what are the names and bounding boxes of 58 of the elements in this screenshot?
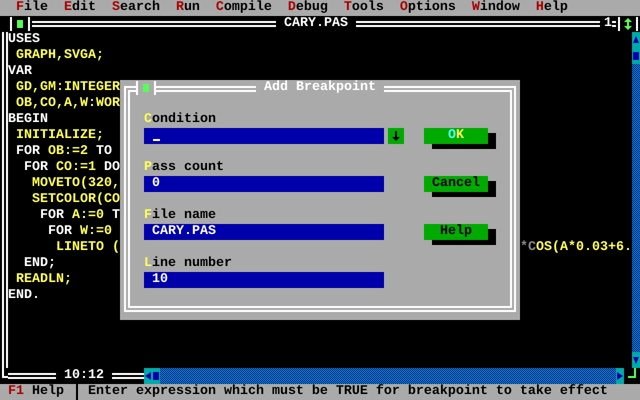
menu-item[interactable]: Debug [288,0,328,16]
code-line: INITIALIZE; [14,128,104,144]
code-line: *COS(A*0.03+6. [520,240,632,256]
menu-item[interactable]: File [16,0,48,16]
zoom-box-icon[interactable] [618,17,638,31]
code-line: USES [8,32,40,48]
close-box-icon[interactable] [10,17,30,31]
input-field[interactable]: CARY.PAS [144,224,384,240]
field-label: Line number [144,256,232,271]
menu-item[interactable]: Options [400,0,456,16]
window-title: CARY.PAS [283,16,349,32]
field-label: Condition [144,112,216,127]
input-field[interactable] [144,128,384,144]
status-message: Enter expression which must be TRUE for breakpoint to take effect [88,384,608,400]
cursor-position: 10:12 [64,368,105,384]
menu-item[interactable]: Tools [344,0,384,16]
menu-item[interactable]: Edit [64,0,96,16]
code-line: MOVETO(320, [30,176,120,192]
code-line: BEGIN [8,112,48,128]
field-label: Pass count [144,160,224,175]
help-key[interactable]: F1 Help [0,384,64,400]
dialog-button[interactable]: Help [424,224,488,240]
window-number: 1 [603,16,612,32]
dialog-button[interactable]: Cancel [424,176,488,192]
dialog-title: Add Breakpoint [256,80,384,96]
down-arrow-icon [392,130,400,142]
code-line: FOR W:=0 [46,224,112,240]
history-button[interactable] [388,128,404,144]
code-line: FOR CO:=1 DO [22,160,120,176]
window-border [112,373,144,379]
code-line: OB,CO,A,W:WOR [14,96,120,112]
code-line: FOR A:=0 T [38,208,120,224]
code-line: READLN; [14,272,72,288]
code-line: SETCOLOR(CO [30,192,120,208]
code-line: LINETO ( [54,240,120,256]
horizontal-scrollbar[interactable] [144,368,624,384]
code-line: END. [8,288,40,304]
menu-item[interactable]: Compile [216,0,272,16]
code-line: GD,GM:INTEGER [14,80,120,96]
input-field[interactable]: 10 [144,272,384,288]
vertical-scrollbar[interactable] [632,32,640,368]
code-line: VAR [8,64,32,80]
field-label: File name [144,208,216,223]
scroll-right-icon[interactable] [616,368,624,384]
menu-item[interactable]: Run [176,0,200,16]
scroll-down-icon[interactable] [632,352,640,368]
input-field[interactable]: 0 [144,176,384,192]
code-line: END; [22,256,56,272]
menu-item[interactable]: Help [536,0,568,16]
resize-corner-icon[interactable] [628,368,636,378]
menu-item[interactable]: Window [472,0,520,16]
code-line: FOR OB:=2 TO [14,144,112,160]
text-cursor [153,139,160,141]
scroll-thumb[interactable] [632,48,640,64]
scroll-left-icon[interactable] [144,368,152,384]
scroll-up-icon[interactable] [632,32,640,48]
menu-item[interactable]: Search [112,0,160,16]
code-line: GRAPH,SVGA; [14,48,104,64]
